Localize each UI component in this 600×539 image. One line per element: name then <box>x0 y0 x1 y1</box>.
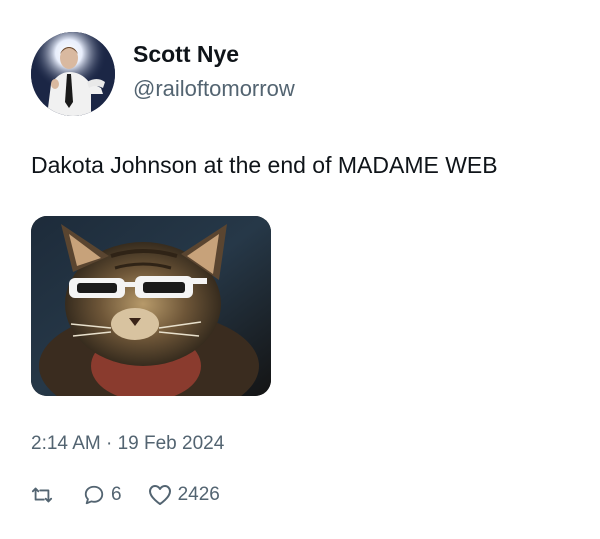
repost-icon <box>31 484 53 506</box>
heart-icon <box>148 484 172 506</box>
post-card: Scott Nye @railoftomorrow Dakota Johnson… <box>0 0 600 539</box>
like-count: 2426 <box>177 484 220 505</box>
like-button[interactable]: 2426 <box>148 484 220 506</box>
post-timestamp[interactable]: 2:14 AM · 19 Feb 2024 <box>31 432 224 456</box>
repost-button[interactable] <box>31 484 53 506</box>
post-image[interactable] <box>31 216 271 396</box>
reply-count: 6 <box>111 484 122 505</box>
author-display-name[interactable]: Scott Nye <box>133 40 295 68</box>
avatar[interactable] <box>31 32 115 116</box>
avatar-photo <box>31 32 115 116</box>
cat-with-glasses-image <box>31 216 271 396</box>
author-block[interactable]: Scott Nye @railoftomorrow <box>133 40 295 103</box>
reply-button[interactable]: 6 <box>83 484 122 506</box>
post-actions-bar: 6 2426 <box>31 480 220 510</box>
post-text: Dakota Johnson at the end of MADAME WEB <box>31 152 498 178</box>
reply-icon <box>83 484 105 506</box>
author-handle[interactable]: @railoftomorrow <box>133 75 295 103</box>
